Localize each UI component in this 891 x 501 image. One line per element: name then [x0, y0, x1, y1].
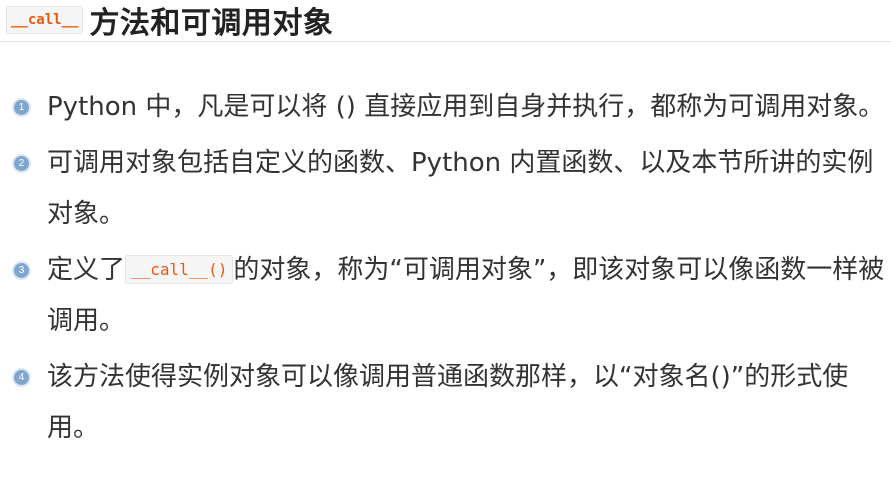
- list-item: 3 定义了 __call__() 的对象，称为“可调用对象”，即该对象可以像函数一样…: [0, 245, 891, 347]
- section-heading: __call__ 方法和可调用对象: [6, 0, 334, 41]
- number-badge-icon: 1: [12, 98, 31, 117]
- number-badge-icon: 3: [12, 261, 31, 280]
- document-page: __call__ 方法和可调用对象 1 Python 中，凡是可以将 () 直接…: [0, 0, 891, 501]
- list-item-text-before: 定义了: [47, 255, 126, 285]
- list-item: 2 可调用对象包括自定义的函数、Python 内置函数、以及本节所讲的实例对象。: [0, 138, 891, 240]
- heading-inline-code: __call__: [6, 6, 84, 34]
- bullet-list: 1 Python 中，凡是可以将 () 直接应用到自身并执行，都称为可调用对象。…: [0, 82, 891, 459]
- list-item-inline-code: __call__(): [125, 255, 234, 284]
- number-badge-icon: 2: [12, 154, 31, 173]
- list-item-text: 可调用对象包括自定义的函数、Python 内置函数、以及本节所讲的实例对象。: [47, 148, 874, 229]
- number-badge-icon: 4: [12, 368, 31, 387]
- list-item: 1 Python 中，凡是可以将 () 直接应用到自身并执行，都称为可调用对象。: [0, 82, 891, 133]
- list-item: 4 该方法使得实例对象可以像调用普通函数那样，以“对象名()”的形式使用。: [0, 352, 891, 454]
- list-item-text: 该方法使得实例对象可以像调用普通函数那样，以“对象名()”的形式使用。: [47, 362, 849, 443]
- list-item-text: Python 中，凡是可以将 () 直接应用到自身并执行，都称为可调用对象。: [47, 92, 885, 122]
- heading-title: 方法和可调用对象: [89, 6, 334, 41]
- heading-divider: [0, 41, 891, 42]
